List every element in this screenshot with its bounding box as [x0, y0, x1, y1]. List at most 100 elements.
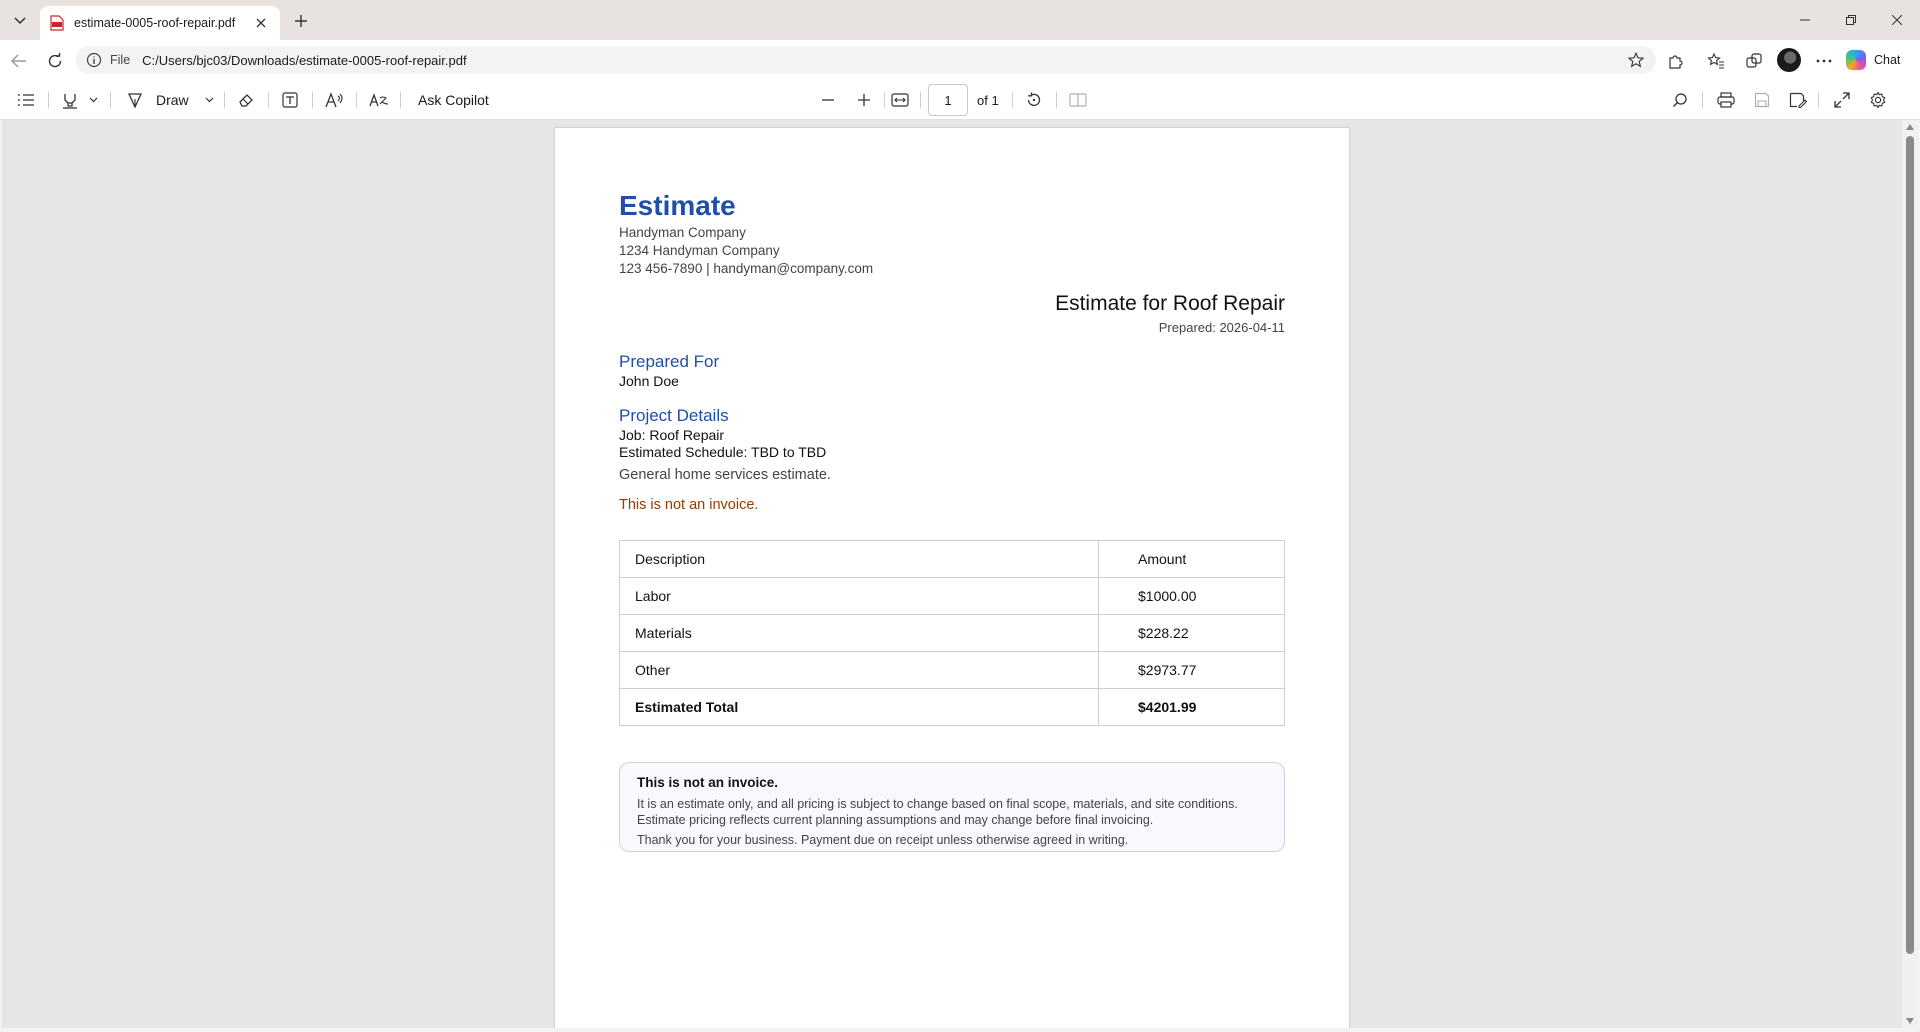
column-header-amount: Amount	[1098, 540, 1285, 578]
row-description: Labor	[619, 577, 1099, 615]
new-tab-button[interactable]	[288, 8, 314, 34]
column-header-description: Description	[619, 540, 1099, 578]
restore-button[interactable]	[1828, 0, 1874, 40]
close-window-button[interactable]	[1874, 0, 1920, 40]
copilot-icon	[1846, 50, 1866, 70]
zoom-in-button[interactable]	[852, 88, 876, 112]
scrollbar-thumb[interactable]	[1906, 136, 1914, 954]
favorite-star-button[interactable]	[1626, 50, 1646, 70]
draw-label[interactable]: Draw	[156, 88, 196, 112]
tab-close-button[interactable]	[252, 14, 270, 32]
save-as-button[interactable]	[1786, 88, 1810, 112]
read-aloud-button[interactable]	[322, 88, 348, 112]
draw-button[interactable]	[124, 88, 146, 112]
save-as-icon	[1789, 92, 1807, 108]
save-button[interactable]	[1750, 88, 1774, 112]
eraser-icon	[239, 94, 253, 107]
info-icon[interactable]	[86, 52, 102, 68]
pdf-page: Estimate Handyman Company 1234 Handyman …	[555, 128, 1349, 1028]
tab-bar: estimate-0005-roof-repair.pdf	[0, 0, 1920, 40]
chat-label: Chat	[1874, 53, 1901, 67]
notice-text: It is an estimate only, and all pricing …	[637, 797, 1238, 827]
prepared-for-heading: Prepared For	[619, 352, 720, 371]
tab-active[interactable]: estimate-0005-roof-repair.pdf	[40, 6, 280, 40]
table-total-row: Estimated Total $4201.99	[619, 688, 1285, 726]
favorites-icon	[1707, 52, 1724, 69]
fit-to-width-button[interactable]	[888, 88, 912, 112]
vertical-scrollbar[interactable]	[1902, 120, 1918, 1028]
save-icon	[1754, 92, 1770, 108]
back-button[interactable]	[6, 48, 32, 74]
notice-title: This is not an invoice.	[637, 775, 779, 790]
page-count: of 1	[977, 93, 999, 108]
copilot-chat-button[interactable]: Chat	[1846, 46, 1900, 74]
restore-icon	[1846, 15, 1856, 25]
back-arrow-icon	[11, 54, 26, 68]
not-invoice-warning: This is not an invoice.	[619, 497, 759, 513]
find-button[interactable]	[1668, 88, 1692, 112]
tab-title: estimate-0005-roof-repair.pdf	[74, 16, 236, 30]
minus-icon	[822, 99, 834, 101]
collections-button[interactable]	[1742, 49, 1766, 73]
profile-avatar[interactable]	[1777, 48, 1801, 72]
company-name: Handyman Company	[619, 225, 746, 240]
notice-box: This is not an invoice. It is an estimat…	[619, 762, 1285, 852]
row-amount: $2973.77	[1098, 651, 1285, 689]
pdf-viewer[interactable]: Estimate Handyman Company 1234 Handyman …	[2, 120, 1902, 1028]
table-row: Materials $228.22	[619, 614, 1285, 652]
pen-icon	[127, 93, 143, 109]
url-text[interactable]: C:/Users/bjc03/Downloads/estimate-0005-r…	[142, 53, 1626, 68]
minimize-icon	[1800, 19, 1810, 21]
extensions-button[interactable]	[1664, 49, 1688, 73]
draw-options-button[interactable]	[202, 88, 216, 112]
contents-button[interactable]	[14, 88, 38, 112]
row-description: Other	[619, 651, 1099, 689]
chevron-down-icon	[205, 97, 213, 103]
refresh-icon	[48, 53, 62, 68]
prepared-date: Prepared: 2026-04-11	[1158, 320, 1285, 335]
printer-icon	[1717, 92, 1735, 108]
row-amount: $1000.00	[1098, 577, 1285, 615]
pdf-settings-button[interactable]	[1866, 88, 1890, 112]
rotate-button[interactable]	[1022, 88, 1046, 112]
omnibox[interactable]: File C:/Users/bjc03/Downloads/estimate-0…	[76, 46, 1656, 74]
document-title: Estimate	[619, 190, 736, 221]
estimate-description: General home services estimate.	[619, 467, 831, 483]
zoom-out-button[interactable]	[816, 88, 840, 112]
more-options-button[interactable]	[1812, 49, 1836, 73]
ask-copilot-button[interactable]: Ask Copilot	[418, 88, 508, 112]
translate-button[interactable]	[366, 88, 392, 112]
erase-button[interactable]	[234, 88, 258, 112]
page-number-input[interactable]	[928, 84, 968, 116]
highlighter-icon	[63, 94, 77, 109]
fullscreen-button[interactable]	[1830, 88, 1854, 112]
plus-icon	[858, 94, 870, 106]
list-icon	[18, 94, 34, 106]
add-text-button[interactable]	[278, 88, 302, 112]
favorites-button[interactable]	[1704, 49, 1728, 73]
search-icon	[1673, 93, 1687, 107]
text-box-icon	[282, 92, 298, 108]
scroll-up-arrow-icon[interactable]	[1905, 122, 1915, 132]
page-view-icon	[1069, 93, 1087, 107]
table-header-row: Description Amount	[619, 540, 1285, 578]
minimize-button[interactable]	[1782, 0, 1828, 40]
tab-list-button[interactable]	[6, 8, 34, 34]
refresh-button[interactable]	[42, 48, 68, 74]
highlight-button[interactable]	[58, 88, 82, 112]
project-details-heading: Project Details	[619, 406, 729, 425]
print-button[interactable]	[1714, 88, 1738, 112]
highlight-options-button[interactable]	[86, 88, 100, 112]
more-dots-icon	[1816, 59, 1832, 63]
table-row: Labor $1000.00	[619, 577, 1285, 615]
pdf-file-icon	[50, 15, 64, 31]
scroll-down-arrow-icon[interactable]	[1905, 1016, 1915, 1026]
close-icon	[1892, 15, 1902, 25]
company-contact: 123 456-7890 | handyman@company.com	[619, 261, 874, 276]
project-schedule: Estimated Schedule: TBD to TBD	[619, 444, 827, 460]
address-bar: File C:/Users/bjc03/Downloads/estimate-0…	[0, 40, 1920, 80]
expand-icon	[1834, 92, 1850, 108]
page-view-button[interactable]	[1066, 88, 1090, 112]
fit-width-icon	[891, 93, 909, 107]
row-amount: $228.22	[1098, 614, 1285, 652]
